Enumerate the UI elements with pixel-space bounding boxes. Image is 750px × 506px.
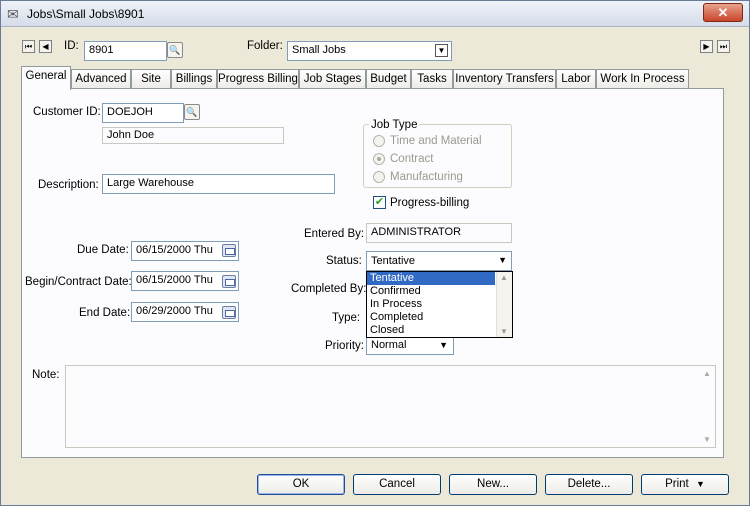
previous-record-icon[interactable]: ◀ [39, 40, 52, 53]
new-button[interactable]: New... [449, 474, 537, 495]
job-window: ✉ Jobs\Small Jobs\8901 ✕ ⏮ ◀ ID: 8901 🔍 … [0, 0, 750, 506]
progress-billing-checkbox[interactable]: ✔ [373, 196, 386, 209]
entered-by-field: ADMINISTRATOR [366, 223, 512, 243]
folder-label: Folder: [247, 40, 283, 52]
id-field[interactable]: 8901 [84, 41, 167, 61]
status-dropdown-list: Tentative Confirmed In Process Completed… [366, 271, 513, 338]
tab-work-in-process[interactable]: Work In Process [596, 69, 689, 89]
chevron-down-icon[interactable]: ▼ [498, 255, 507, 265]
calendar-icon[interactable] [222, 244, 236, 257]
radio-contract[interactable] [373, 153, 385, 165]
description-field[interactable]: Large Warehouse [102, 174, 335, 194]
end-date-value: 06/29/2000 Thu [136, 305, 213, 317]
tab-labor[interactable]: Labor [556, 69, 596, 89]
status-option-confirmed[interactable]: Confirmed [367, 285, 495, 298]
chevron-down-icon[interactable]: ▼ [435, 44, 448, 57]
customer-name-field: John Doe [102, 127, 284, 144]
ok-button[interactable]: OK [257, 474, 345, 495]
tab-budget[interactable]: Budget [366, 69, 411, 89]
tab-job-stages[interactable]: Job Stages [299, 69, 366, 89]
description-label: Description: [38, 179, 99, 191]
radio-label: Manufacturing [390, 171, 463, 183]
id-lookup-icon[interactable]: 🔍 [167, 42, 183, 58]
tab-progress-billing[interactable]: Progress Billing [217, 69, 299, 89]
scroll-up-icon[interactable]: ▲ [703, 369, 711, 378]
delete-button[interactable]: Delete... [545, 474, 633, 495]
dropdown-scrollbar[interactable]: ▲ ▼ [496, 272, 512, 337]
last-record-icon[interactable]: ⏭ [717, 40, 730, 53]
radio-time-material[interactable] [373, 135, 385, 147]
tab-advanced[interactable]: Advanced [71, 69, 131, 89]
due-date-value: 06/15/2000 Thu [136, 244, 213, 256]
note-scrollbar[interactable]: ▲ ▼ [699, 366, 715, 447]
next-record-icon[interactable]: ▶ [700, 40, 713, 53]
radio-label: Contract [390, 153, 434, 165]
chevron-down-icon[interactable]: ▼ [696, 479, 705, 489]
calendar-icon[interactable] [222, 275, 236, 288]
calendar-icon[interactable] [222, 306, 236, 319]
title-bar[interactable]: ✉ Jobs\Small Jobs\8901 ✕ [1, 1, 749, 27]
end-date-label: End Date: [79, 307, 131, 319]
begin-date-label: Begin/Contract Date: [25, 276, 132, 288]
tab-general[interactable]: General [21, 66, 71, 90]
status-option-closed[interactable]: Closed [367, 324, 495, 337]
tab-inventory-transfers[interactable]: Inventory Transfers [453, 69, 556, 89]
app-icon: ✉ [7, 6, 19, 22]
customer-id-label: Customer ID: [33, 106, 101, 118]
status-option-completed[interactable]: Completed [367, 311, 495, 324]
tab-billings[interactable]: Billings [171, 69, 217, 89]
status-label: Status: [326, 255, 362, 267]
id-label: ID: [64, 40, 79, 52]
begin-date-value: 06/15/2000 Thu [136, 274, 213, 286]
radio-manufacturing[interactable] [373, 171, 385, 183]
scroll-down-icon[interactable]: ▼ [703, 435, 711, 444]
cancel-button[interactable]: Cancel [353, 474, 441, 495]
status-option-tentative[interactable]: Tentative [367, 272, 495, 285]
job-type-label: Job Type [369, 119, 420, 131]
first-record-icon[interactable]: ⏮ [22, 40, 35, 53]
status-value: Tentative [371, 255, 416, 267]
tab-tasks[interactable]: Tasks [411, 69, 453, 89]
type-label: Type: [332, 312, 361, 324]
scroll-down-icon[interactable]: ▼ [500, 327, 508, 336]
status-select[interactable]: Tentative ▼ [366, 251, 512, 271]
customer-id-field[interactable]: DOEJOH [102, 103, 184, 123]
priority-value: Normal [371, 339, 407, 351]
status-option-in-process[interactable]: In Process [367, 298, 495, 311]
radio-label: Time and Material [390, 135, 482, 147]
close-button[interactable]: ✕ [703, 3, 743, 22]
priority-label: Priority: [325, 340, 364, 352]
folder-select[interactable]: Small Jobs ▼ [287, 41, 452, 61]
note-label: Note: [32, 369, 60, 381]
folder-value: Small Jobs [292, 44, 346, 56]
print-label: Print [665, 478, 689, 490]
priority-select[interactable]: Normal ▼ [366, 337, 454, 355]
window-title: Jobs\Small Jobs\8901 [27, 7, 145, 21]
entered-by-label: Entered By: [304, 228, 365, 240]
note-textarea[interactable]: ▲ ▼ [65, 365, 716, 448]
tab-site[interactable]: Site [131, 69, 171, 89]
progress-billing-label: Progress-billing [390, 197, 470, 209]
customer-lookup-icon[interactable]: 🔍 [184, 104, 200, 120]
due-date-label: Due Date: [77, 244, 129, 256]
completed-by-label: Completed By: [291, 283, 367, 295]
scroll-up-icon[interactable]: ▲ [500, 273, 508, 282]
print-button[interactable]: Print ▼ [641, 474, 729, 495]
chevron-down-icon[interactable]: ▼ [439, 340, 448, 350]
